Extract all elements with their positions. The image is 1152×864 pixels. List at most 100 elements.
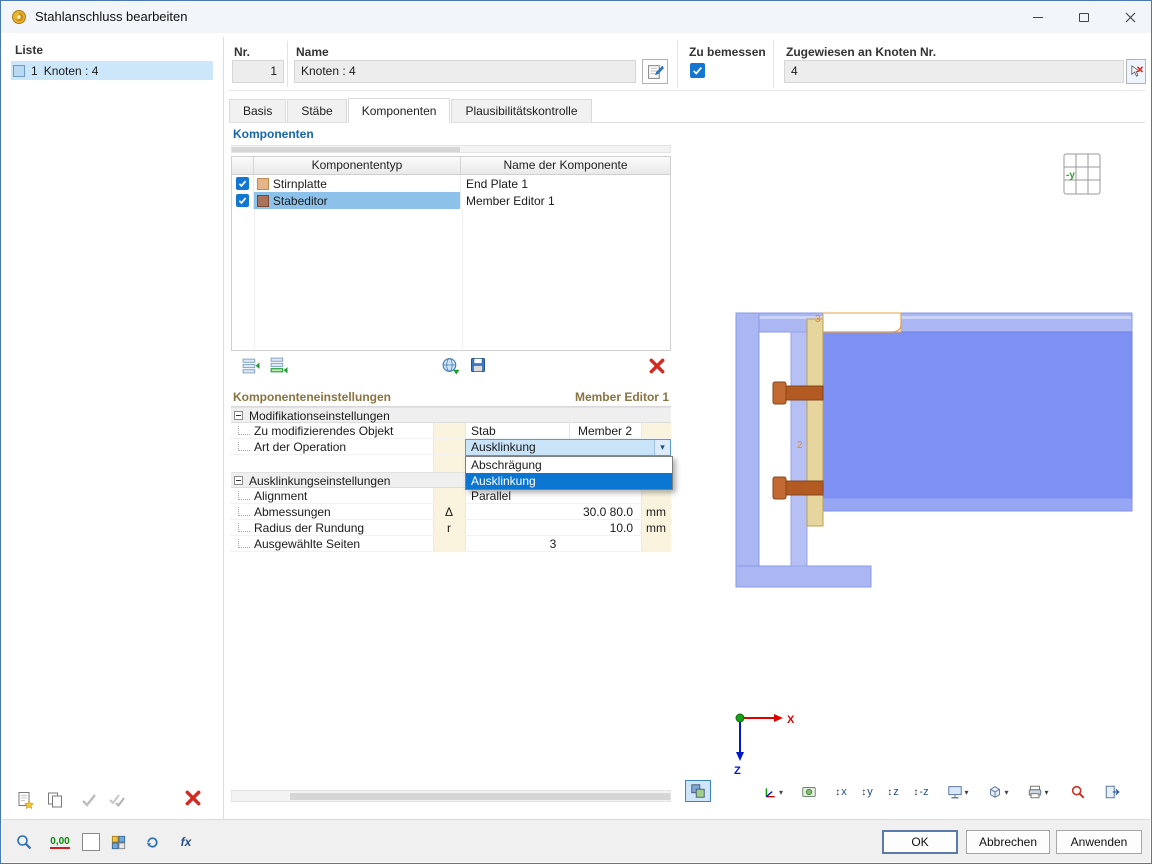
zoom-z-button[interactable]: ↕ z [881, 781, 905, 803]
group-modifikationseinstellungen[interactable]: Modifikationseinstellungen [231, 407, 671, 423]
edit-name-button[interactable] [642, 59, 668, 84]
delete-component-button[interactable] [645, 354, 669, 378]
collapse-toggle-icon[interactable] [234, 476, 243, 485]
row-checkbox[interactable] [236, 177, 249, 190]
print-dropdown[interactable]: ▾ [1021, 781, 1055, 803]
background-color-button[interactable] [78, 829, 104, 855]
tab-basis[interactable]: Basis [229, 99, 287, 122]
r-symbol: r [447, 521, 451, 535]
alignment-value[interactable]: Parallel [465, 488, 511, 504]
units-icon [111, 835, 125, 849]
setting-row-alignment[interactable]: Alignment Parallel [231, 488, 671, 504]
append-component-button[interactable] [266, 353, 290, 377]
setting-row-sides[interactable]: Ausgewählte Seiten 3 [231, 536, 671, 552]
decimal-places-button[interactable]: 0,00 [45, 829, 75, 855]
zoom-x-button[interactable]: ↕ x [829, 781, 853, 803]
chevron-down-icon: ▾ [778, 787, 783, 797]
connection-3d-view[interactable]: 3 2 -y X Z [679, 126, 1145, 777]
axes-icon [765, 787, 775, 797]
check-items-button[interactable] [77, 789, 101, 811]
cube-icon [990, 786, 1001, 798]
dropdown-option-ausklinkung[interactable]: Ausklinkung [466, 473, 672, 489]
apply-button[interactable]: Anwenden [1056, 830, 1142, 854]
uncheck-items-button[interactable] [105, 789, 129, 811]
units-settings-button[interactable] [105, 829, 131, 855]
cancel-button[interactable]: Abbrechen [966, 830, 1050, 854]
zu-bemessen-checkbox[interactable] [690, 63, 705, 78]
table-hscrollbar[interactable] [231, 145, 671, 153]
radius-value[interactable]: 10.0 [465, 520, 637, 536]
view-axes-dropdown[interactable]: ▾ [756, 781, 790, 803]
row-checkbox[interactable] [236, 194, 249, 207]
minimize-button[interactable] [1015, 1, 1061, 33]
close-button[interactable] [1107, 1, 1152, 33]
app-icon [12, 10, 26, 24]
zugewiesen-field[interactable]: 4 [784, 60, 1124, 83]
col-name-der-komponente: Name der Komponente [503, 158, 628, 172]
delta-symbol: Δ [444, 505, 453, 519]
view-cube-dropdown[interactable]: ▾ [981, 781, 1015, 803]
reset-zoom-button[interactable] [1065, 781, 1091, 803]
tree-guide [238, 522, 250, 532]
save-to-library-button[interactable] [466, 353, 490, 377]
formula-button[interactable]: fx [173, 829, 199, 855]
table-hscrollbar-thumb[interactable] [232, 147, 460, 152]
table-row[interactable]: Stirnplatte End Plate 1 [232, 175, 670, 192]
end-plate-icon [256, 177, 269, 190]
snapshot-icon [802, 787, 816, 797]
setting-row-dimensions[interactable]: Abmessungen Δ 30.0 80.0 mm [231, 504, 671, 520]
header-separator [773, 41, 774, 87]
ok-button[interactable]: OK [882, 830, 958, 854]
insert-component-button[interactable] [238, 353, 262, 377]
name-field[interactable]: Knoten : 4 [294, 60, 636, 83]
chevron-down-icon[interactable]: ▾ [654, 440, 670, 455]
dimensions-value[interactable]: 30.0 80.0 [465, 504, 637, 520]
table-row[interactable]: Stabeditor Member Editor 1 [232, 192, 670, 209]
collapse-toggle-icon[interactable] [234, 411, 243, 420]
settings-section-title: Komponenteneinstellungen [233, 390, 392, 404]
tab-plausibilitaetskontrolle[interactable]: Plausibilitätskontrolle [451, 99, 592, 122]
setting-row-radius[interactable]: Radius der Rundung r 10.0 mm [231, 520, 671, 536]
insert-row-icon [242, 358, 259, 373]
tab-komponenten[interactable]: Komponenten [347, 98, 451, 123]
tab-staebe[interactable]: Stäbe [287, 99, 347, 122]
object-type-value[interactable]: Stab [465, 423, 496, 439]
fx-label: fx [180, 835, 192, 849]
pane-hscrollbar[interactable] [231, 790, 671, 802]
white-square-icon [82, 833, 100, 851]
minimize-icon [1033, 16, 1043, 18]
copy-connection-button[interactable] [43, 789, 67, 811]
import-from-library-button[interactable] [438, 353, 462, 377]
operation-combobox[interactable]: Ausklinkung ▾ [465, 439, 671, 456]
dropdown-option-abschraegung[interactable]: Abschrägung [466, 457, 672, 473]
delete-connection-button[interactable] [181, 787, 205, 809]
library-globe-icon [442, 357, 459, 374]
new-connection-button[interactable] [13, 789, 37, 811]
pick-node-button[interactable] [1126, 59, 1146, 84]
save-view-button[interactable] [797, 781, 821, 803]
object-member-value[interactable]: Member 2 [569, 423, 632, 439]
pane-hscrollbar-thumb[interactable] [290, 793, 670, 800]
sides-value[interactable]: 3 [465, 536, 641, 552]
setting-row-object[interactable]: Zu modifizierendes Objekt Stab Member 2 [231, 423, 671, 439]
list-item-connection[interactable]: 1 Knoten : 4 [11, 61, 213, 80]
close-view-button[interactable] [1099, 781, 1125, 803]
render-mode-button[interactable] [685, 780, 711, 802]
render-mode-icon [691, 784, 705, 798]
chevron-down-icon: ▾ [964, 787, 969, 797]
zoom-minus-z-button[interactable]: ↕ -z [907, 781, 935, 803]
maximize-button[interactable] [1061, 1, 1107, 33]
footer-bar: 0,00 fx OK Abbrechen Anwenden [2, 819, 1150, 862]
header-divider [229, 90, 1145, 91]
exit-panel-icon [1105, 785, 1120, 799]
titlebar[interactable]: Stahlanschluss bearbeiten [1, 1, 1151, 33]
member-label: 2 [797, 440, 803, 451]
chevron-down-icon: ▾ [1004, 787, 1009, 797]
display-options-dropdown[interactable]: ▾ [941, 781, 975, 803]
copy-icon [48, 792, 62, 808]
zoom-settings-button[interactable] [11, 829, 37, 855]
header-separator [677, 41, 678, 87]
component-name: Member Editor 1 [465, 193, 555, 208]
zoom-y-button[interactable]: ↕ y [855, 781, 879, 803]
refresh-button[interactable] [139, 829, 165, 855]
